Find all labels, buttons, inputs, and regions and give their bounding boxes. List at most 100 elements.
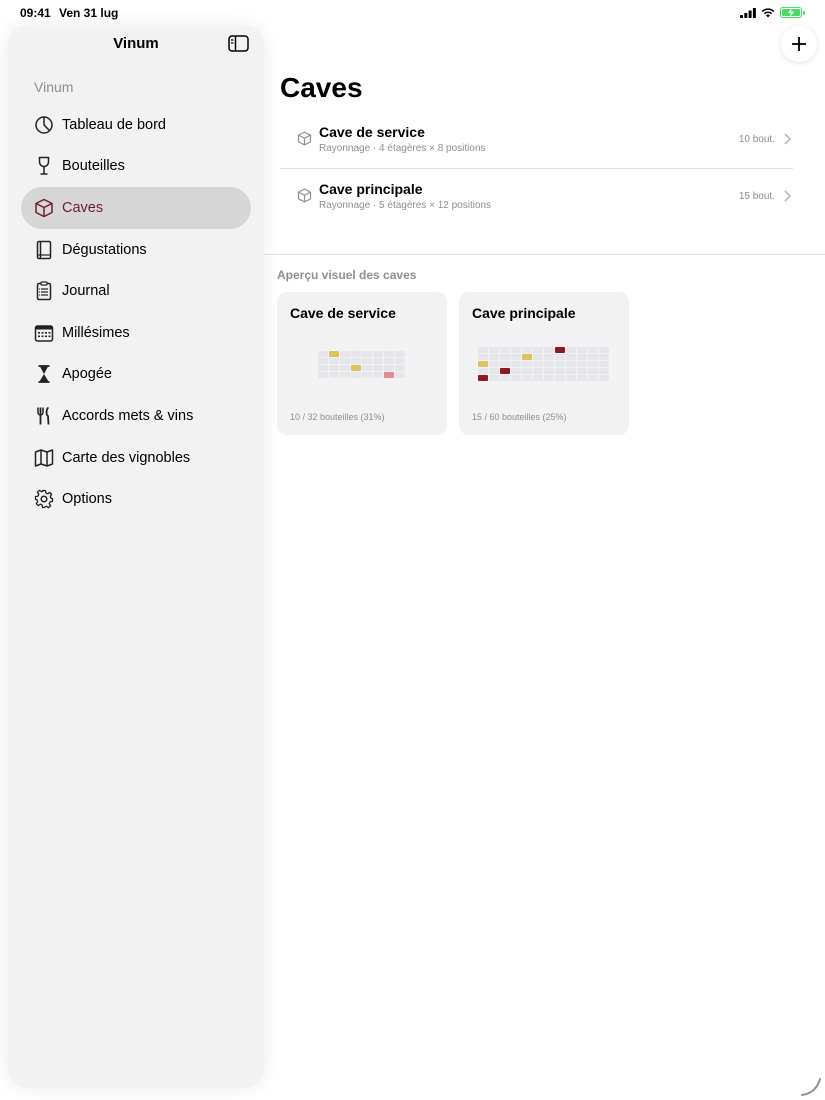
sidebar-item-label: Carte des vignobles (62, 449, 191, 466)
bottle-slot-empty (533, 354, 543, 360)
map-icon (34, 448, 54, 468)
hourglass-icon (34, 364, 54, 384)
sidebar-item-apogee[interactable]: Apogée (21, 354, 251, 396)
bottle-slot-empty (478, 368, 488, 374)
bottle-slot-empty (577, 368, 587, 374)
bottle-slot-empty (599, 375, 609, 381)
shelf-grid (318, 351, 405, 378)
sidebar-item-label: Apogée (62, 366, 112, 383)
fork-knife-icon (34, 406, 54, 426)
sidebar-item-accords-mets-vins[interactable]: Accords mets & vins (21, 395, 251, 437)
sidebar-item-label: Millésimes (62, 324, 130, 341)
battery-icon (780, 7, 802, 18)
bottle-slot-empty (599, 347, 609, 353)
clipboard-icon (34, 281, 54, 301)
bottle-slot-empty (395, 365, 405, 371)
calendar-icon (34, 323, 54, 343)
resize-handle-icon[interactable] (800, 1075, 822, 1097)
cave-row[interactable]: Cave principale Rayonnage · 5 étagères ×… (280, 168, 793, 224)
add-button[interactable] (781, 26, 817, 62)
cave-name: Cave de service (319, 124, 425, 140)
cave-preview-card[interactable]: Cave principale 15 / 60 bouteilles (25%) (459, 292, 629, 435)
bottle-slot-empty (522, 375, 532, 381)
bottle-slot-empty (599, 354, 609, 360)
bottle-slot-empty (511, 354, 521, 360)
bottle-slot-empty (489, 354, 499, 360)
sidebar-item-label: Accords mets & vins (62, 407, 194, 424)
bottle-slot-empty (577, 375, 587, 381)
cave-list: Cave de service Rayonnage · 4 étagères ×… (280, 112, 793, 224)
gear-icon (34, 489, 54, 509)
bottle-slot-empty (373, 358, 383, 364)
wine-glass-icon (34, 156, 54, 176)
bottle-slot-empty (555, 354, 565, 360)
bottle-slot-empty (588, 368, 598, 374)
bottle-slot-empty (362, 358, 372, 364)
bottle-slot-empty (533, 368, 543, 374)
bottle-slot-empty (533, 375, 543, 381)
bottle-slot-filled (478, 375, 488, 381)
cube-icon (297, 131, 312, 146)
sidebar-toggle-icon[interactable] (228, 35, 249, 52)
bottle-slot-empty (340, 372, 350, 378)
cave-preview-footer: 10 / 32 bouteilles (31%) (290, 412, 385, 422)
sidebar-item-label: Bouteilles (62, 158, 125, 175)
cave-preview-title: Cave de service (290, 305, 396, 321)
bottle-slot-empty (351, 351, 361, 357)
cave-row[interactable]: Cave de service Rayonnage · 4 étagères ×… (280, 112, 793, 168)
shelf-grid (478, 347, 609, 381)
sidebar-item-millesimes[interactable]: Millésimes (21, 312, 251, 354)
sidebar-title: Vinum (113, 35, 159, 52)
bottle-slot-empty (566, 361, 576, 367)
bottle-slot-empty (588, 354, 598, 360)
sidebar-item-caves[interactable]: Caves (21, 187, 251, 229)
sidebar-item-tableau-de-bord[interactable]: Tableau de bord (21, 104, 251, 146)
bottle-slot-empty (351, 358, 361, 364)
sidebar-nav: Tableau de bord Bouteilles Caves Dégusta… (21, 104, 251, 520)
cave-bottle-count: 10 bout. (738, 134, 775, 145)
bottle-slot-empty (318, 365, 328, 371)
status-date: Ven 31 lug (59, 6, 119, 20)
bottle-slot-empty (577, 354, 587, 360)
bottle-slot-empty (533, 361, 543, 367)
bottle-slot-empty (500, 347, 510, 353)
bottle-slot-empty (318, 351, 328, 357)
bottle-slot-empty (588, 361, 598, 367)
cave-name: Cave principale (319, 181, 423, 197)
chart-pie-icon (34, 115, 54, 135)
sidebar-item-options[interactable]: Options (21, 478, 251, 520)
sidebar-section-label: Vinum (34, 79, 74, 95)
cave-preview-card[interactable]: Cave de service 10 / 32 bouteilles (31%) (277, 292, 447, 435)
sidebar-item-journal[interactable]: Journal (21, 270, 251, 312)
bottle-slot-empty (478, 354, 488, 360)
cave-subtitle: Rayonnage · 5 étagères × 12 positions (319, 200, 492, 211)
bottle-slot-empty (351, 372, 361, 378)
bottle-slot-empty (329, 365, 339, 371)
sidebar-item-label: Options (62, 491, 112, 508)
bottle-slot-empty (340, 365, 350, 371)
cave-preview-title: Cave principale (472, 305, 576, 321)
bottle-slot-filled (500, 368, 510, 374)
bottle-slot-filled (478, 361, 488, 367)
bottle-slot-empty (511, 375, 521, 381)
bottle-slot-empty (555, 368, 565, 374)
plus-icon (792, 37, 806, 51)
bottle-slot-empty (511, 361, 521, 367)
bottle-slot-empty (544, 354, 554, 360)
sidebar-item-carte-des-vignobles[interactable]: Carte des vignobles (21, 437, 251, 479)
section-divider (264, 254, 825, 255)
wifi-icon (761, 7, 775, 17)
sidebar-item-bouteilles[interactable]: Bouteilles (21, 146, 251, 188)
bottle-slot-empty (577, 361, 587, 367)
cube-icon (34, 198, 54, 218)
bottle-slot-empty (362, 365, 372, 371)
bottle-slot-filled (555, 347, 565, 353)
bottle-slot-empty (544, 347, 554, 353)
status-bar: 09:41 Ven 31 lug (0, 0, 825, 26)
sidebar-item-label: Journal (62, 283, 110, 300)
bottle-slot-empty (395, 372, 405, 378)
bottle-slot-empty (340, 351, 350, 357)
sidebar-item-degustations[interactable]: Dégustations (21, 229, 251, 271)
bottle-slot-empty (577, 347, 587, 353)
bottle-slot-empty (544, 361, 554, 367)
